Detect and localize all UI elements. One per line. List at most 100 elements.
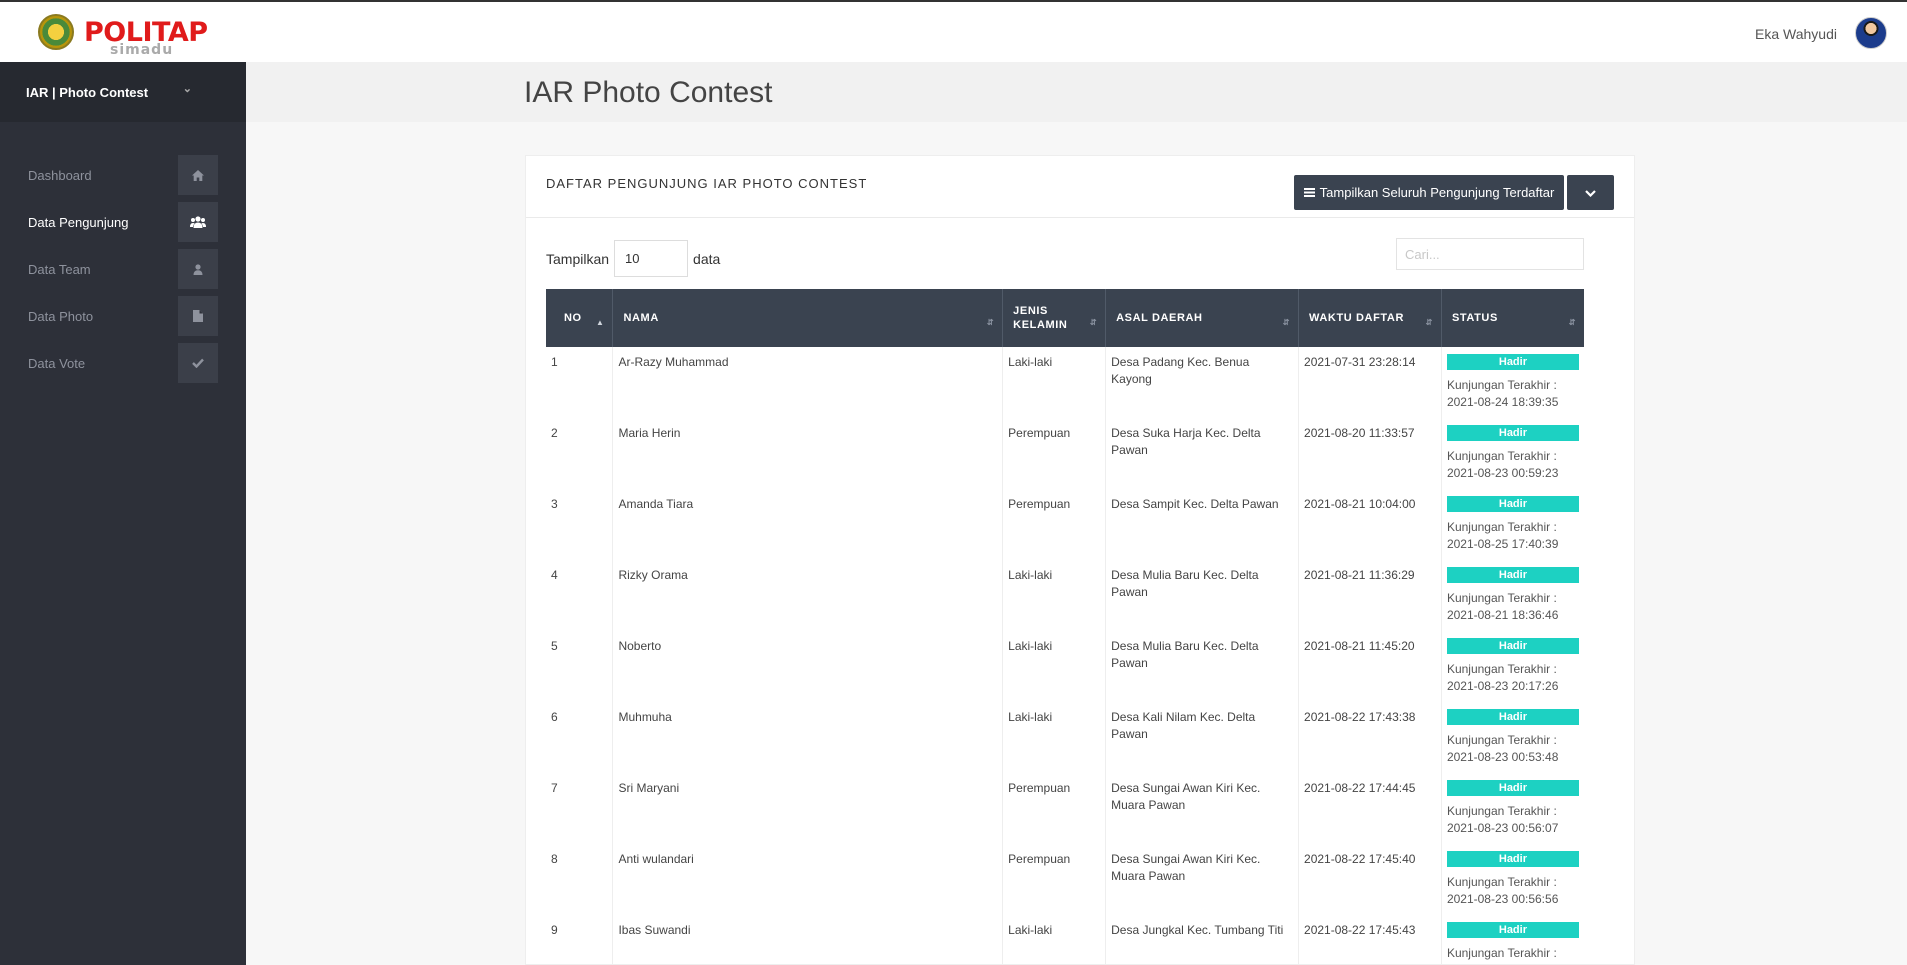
table-row: 9 Ibas Suwandi Laki-laki Desa Jungkal Kec. … xyxy=(546,915,1584,965)
column-header-status[interactable]: STATUS ⇵ xyxy=(1441,289,1584,347)
last-visit-label: Kunjungan Terakhir : xyxy=(1446,733,1557,747)
cell-waktu-daftar: 2021-08-21 11:45:20 xyxy=(1298,631,1442,702)
sidebar-item-label: Data Photo xyxy=(28,309,94,324)
table-row: 2 Maria Herin Perempuan Desa Suka Harja Kec… xyxy=(546,418,1584,489)
status-badge: Hadir xyxy=(1446,709,1579,725)
page-length-control: Tampilkan 10 data xyxy=(546,240,720,277)
check-icon xyxy=(178,343,218,383)
sidebar-item-label: Data Vote xyxy=(28,356,86,371)
sidebar-item-data-team[interactable]: Data Team xyxy=(0,246,246,293)
user-name[interactable]: Eka Wahyudi xyxy=(1755,26,1837,42)
cell-no: 1 xyxy=(546,347,614,418)
cell-asal-daerah: Desa Mulia Baru Kec. Delta Pawan xyxy=(1105,560,1300,631)
last-visit-time: 2021-08-23 00:56:07 xyxy=(1446,821,1559,835)
sidebar-nav: Dashboard Data Pengunjung Data Team Data… xyxy=(0,152,246,387)
page-length-select[interactable]: 10 xyxy=(614,240,689,277)
cell-nama: Ar-Razy Muhammad xyxy=(612,347,1004,418)
status-badge: Hadir xyxy=(1446,567,1579,583)
column-header-nama[interactable]: NAMA ⇵ xyxy=(612,289,1004,347)
cell-no: 3 xyxy=(546,489,614,560)
cell-status: HadirKunjungan Terakhir :2021-08-23 00:5… xyxy=(1441,702,1584,773)
file-icon xyxy=(178,296,218,336)
cell-waktu-daftar: 2021-08-22 17:45:40 xyxy=(1298,844,1442,915)
status-badge: Hadir xyxy=(1446,638,1579,654)
cell-jenis-kelamin: Laki-laki xyxy=(1002,702,1107,773)
column-header-jenis-kelamin[interactable]: JENIS KELAMIN ⇵ xyxy=(1002,289,1107,347)
cell-status: Hadir Kunjungan Terakhir : 2021-08-23 00:5… xyxy=(1441,418,1584,489)
list-icon xyxy=(1303,185,1315,200)
sort-icon: ⇵ xyxy=(1089,318,1098,327)
cell-nama: Sri Maryani xyxy=(612,773,1004,844)
cell-asal-daerah: Desa Suka Harja Kec. Delta Pawan xyxy=(1105,418,1300,489)
home-icon xyxy=(178,155,218,195)
sidebar-item-data-pengunjung[interactable]: Data Pengunjung xyxy=(0,199,246,246)
cell-status: HadirKunjungan Terakhir :2021-08-23 00:5… xyxy=(1441,915,1584,965)
cell-jenis-kelamin: Perempuan xyxy=(1002,844,1107,915)
last-visit-label: Kunjungan Terakhir : xyxy=(1446,946,1557,960)
last-visit-time: 2021-08-21 18:36:46 xyxy=(1446,608,1559,622)
visitors-table: NO ▲ NAMA ⇵ JENIS KELAMIN ⇵ ASAL DAERAH ⇵ WA… xyxy=(546,289,1584,965)
cell-waktu-daftar: 2021-08-22 17:45:43 xyxy=(1298,915,1442,965)
last-visit-label: Kunjungan Terakhir : xyxy=(1446,804,1557,818)
cell-asal-daerah: Desa Jungkal Kec. Tumbang Titi xyxy=(1105,915,1300,965)
cell-status: Hadir Kunjungan Terakhir : 2021-08-21 18:3… xyxy=(1441,560,1584,631)
sidebar-item-dashboard[interactable]: Dashboard xyxy=(0,152,246,199)
top-navbar: POLITAP simadu Eka Wahyudi xyxy=(0,0,1907,62)
cell-jenis-kelamin: Laki-laki xyxy=(1002,631,1107,702)
column-header-asal-daerah[interactable]: ASAL DAERAH ⇵ xyxy=(1105,289,1300,347)
cell-waktu-daftar: 2021-08-22 17:44:45 xyxy=(1298,773,1442,844)
sidebar-item-data-photo[interactable]: Data Photo xyxy=(0,293,246,340)
card-header: DAFTAR PENGUNJUNG IAR PHOTO CONTEST Tamp… xyxy=(526,156,1634,218)
cell-jenis-kelamin: Laki-laki xyxy=(1002,347,1107,418)
card-title: DAFTAR PENGUNJUNG IAR PHOTO CONTEST xyxy=(546,176,868,191)
sidebar-item-label: Dashboard xyxy=(28,168,92,183)
cell-status: HadirKunjungan Terakhir :2021-08-23 00:5… xyxy=(1441,844,1584,915)
column-header-waktu-daftar[interactable]: WAKTU DAFTAR ⇵ xyxy=(1298,289,1442,347)
cell-nama: Amanda Tiara xyxy=(612,489,1004,560)
cell-no: 9 xyxy=(546,915,614,965)
cell-asal-daerah: Desa Kali Nilam Kec. Delta Pawan xyxy=(1105,702,1300,773)
chevron-down-icon: ⌄ xyxy=(182,83,192,95)
last-visit-label: Kunjungan Terakhir : xyxy=(1446,449,1557,463)
show-all-visitors-button[interactable]: Tampilkan Seluruh Pengunjung Terdaftar xyxy=(1294,175,1564,210)
cell-no: 6 xyxy=(546,702,614,773)
cell-no: 4 xyxy=(546,560,614,631)
status-badge: Hadir xyxy=(1446,922,1579,938)
cell-asal-daerah: Desa Sampit Kec. Delta Pawan xyxy=(1105,489,1300,560)
avatar[interactable] xyxy=(1855,17,1887,49)
politap-logo[interactable]: POLITAP simadu xyxy=(38,14,208,57)
cell-nama: Ibas Suwandi xyxy=(612,915,1004,965)
dropdown-toggle-button[interactable] xyxy=(1567,175,1614,210)
table-row: 7 Sri Maryani Perempuan Desa Sungai Awan Ki… xyxy=(546,773,1584,844)
sort-icon: ⇵ xyxy=(1425,318,1433,327)
sidebar-item-label: Data Team xyxy=(28,262,91,277)
sidebar-item-label: Data Pengunjung xyxy=(28,215,129,230)
app-name: IAR | Photo Contest xyxy=(26,84,149,100)
table-row: 1 Ar-Razy Muhammad Laki-laki Desa Padang Ke… xyxy=(546,347,1584,418)
sort-icon: ⇵ xyxy=(986,318,995,327)
sidebar: IAR | Photo Contest ⌄ Dashboard Data Pen… xyxy=(0,62,246,965)
status-badge: Hadir xyxy=(1446,354,1579,370)
status-badge: Hadir xyxy=(1446,425,1579,441)
cell-no: 7 xyxy=(546,773,614,844)
search-input[interactable] xyxy=(1396,238,1584,270)
last-visit-time: 2021-08-23 00:59:23 xyxy=(1446,466,1559,480)
last-visit-label: Kunjungan Terakhir : xyxy=(1446,378,1557,392)
cell-asal-daerah: Desa Sungai Awan Kiri Kec. Muara Pawan xyxy=(1105,773,1300,844)
table-row: 4 Rizky Orama Laki-laki Desa Mulia Baru Kec… xyxy=(546,560,1584,631)
cell-waktu-daftar: 2021-08-20 11:33:57 xyxy=(1298,418,1442,489)
last-visit-label: Kunjungan Terakhir : xyxy=(1446,520,1557,534)
sidebar-item-data-vote[interactable]: Data Vote xyxy=(0,340,246,387)
column-header-no[interactable]: NO ▲ xyxy=(546,289,614,347)
last-visit-label: Kunjungan Terakhir : xyxy=(1446,662,1557,676)
cell-nama: Anti wulandari xyxy=(612,844,1004,915)
cell-asal-daerah: Desa Padang Kec. Benua Kayong xyxy=(1105,347,1300,418)
app-selector[interactable]: IAR | Photo Contest ⌄ xyxy=(0,62,246,122)
cell-status: Hadir Kunjungan Terakhir : 2021-08-24 18:3… xyxy=(1441,347,1584,418)
table-header-row: NO ▲ NAMA ⇵ JENIS KELAMIN ⇵ ASAL DAERAH ⇵ WA… xyxy=(546,289,1584,347)
table-row: 6 Muhmuha Laki-laki Desa Kali Nilam Kec. De… xyxy=(546,702,1584,773)
cell-waktu-daftar: 2021-08-21 10:04:00 xyxy=(1298,489,1442,560)
last-visit-time: 2021-08-25 17:40:39 xyxy=(1446,537,1559,551)
status-badge: Hadir xyxy=(1446,780,1579,796)
show-all-label: Tampilkan Seluruh Pengunjung Terdaftar xyxy=(1319,185,1555,200)
